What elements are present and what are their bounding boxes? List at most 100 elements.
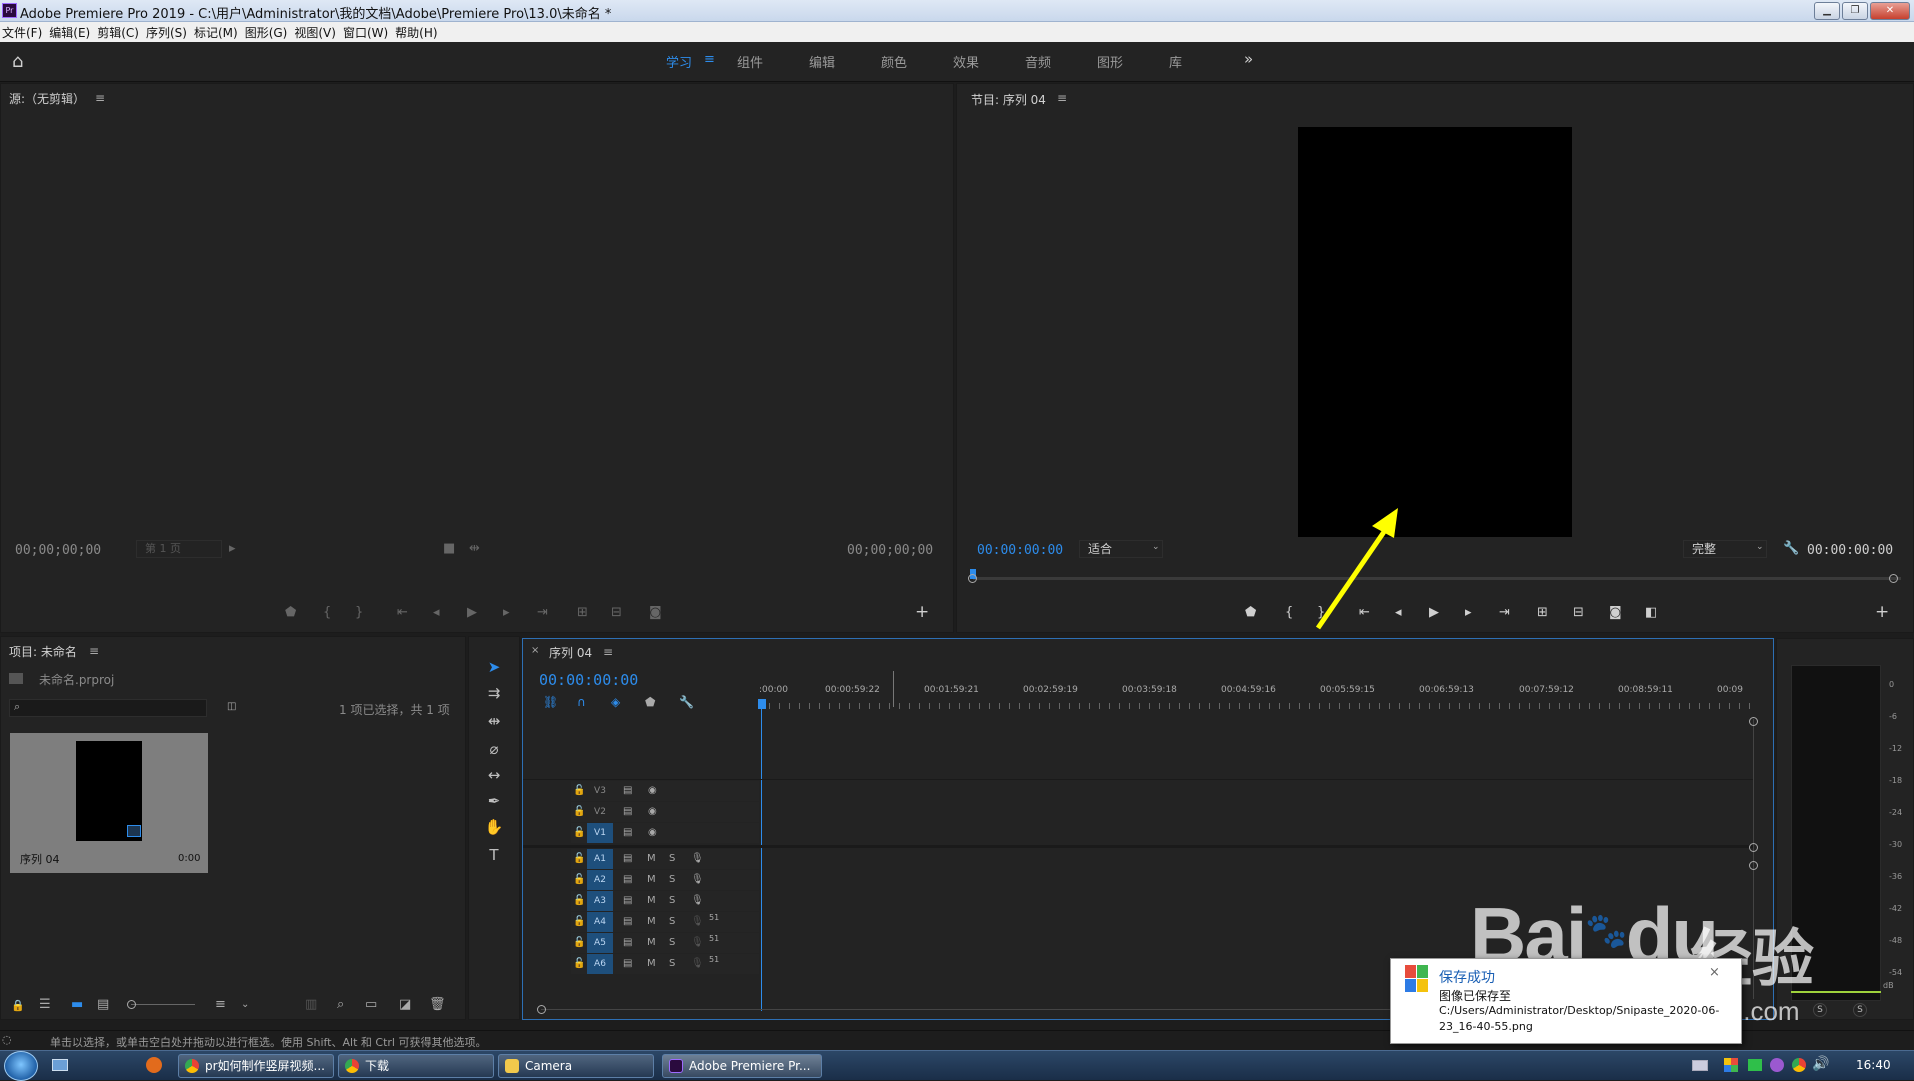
solo-button[interactable]: S: [669, 937, 675, 948]
hand-tool-icon[interactable]: ✋: [484, 818, 504, 836]
mark-in-icon[interactable]: {: [1285, 605, 1293, 620]
menu-file[interactable]: 文件(F): [0, 22, 49, 41]
lock-track-icon[interactable]: 🔓: [573, 895, 585, 906]
mark-in-icon[interactable]: {: [323, 605, 331, 620]
tray-app-icon[interactable]: [1770, 1058, 1784, 1072]
track-target-a5[interactable]: A5: [587, 933, 613, 953]
mute-button[interactable]: M: [647, 937, 656, 948]
sync-lock-icon[interactable]: ▤: [623, 937, 632, 948]
sync-lock-icon[interactable]: ▤: [623, 958, 632, 969]
playback-quality-select[interactable]: 完整: [1683, 540, 1767, 558]
workspace-graphics[interactable]: 图形: [1097, 52, 1123, 71]
sync-lock-icon[interactable]: ▤: [623, 874, 632, 885]
microphone-icon[interactable]: 🎙: [691, 937, 704, 948]
taskbar-camera-window[interactable]: Camera: [498, 1054, 654, 1078]
workspace-libraries[interactable]: 库: [1169, 52, 1182, 71]
mute-button[interactable]: M: [647, 916, 656, 927]
slip-tool-icon[interactable]: ↔: [484, 766, 504, 784]
workspace-assembly[interactable]: 组件: [737, 52, 763, 71]
menu-window[interactable]: 窗口(W): [343, 22, 395, 41]
scroll-handle-top[interactable]: [1749, 717, 1758, 726]
linked-selection-icon[interactable]: ◈: [611, 695, 620, 709]
microphone-icon[interactable]: 🎙: [691, 916, 704, 927]
panel-menu-icon[interactable]: ≡: [95, 91, 105, 105]
project-search-input[interactable]: [9, 699, 207, 717]
mute-button[interactable]: M: [647, 958, 656, 969]
time-ruler[interactable]: :00:00 00:00:59:22 00:01:59:21 00:02:59:…: [759, 685, 1759, 711]
close-tab-icon[interactable]: ×: [531, 645, 539, 656]
show-desktop-icon[interactable]: [52, 1059, 68, 1071]
wrench-settings-icon[interactable]: 🔧: [1783, 541, 1799, 556]
track-target-v3[interactable]: V3: [587, 781, 613, 801]
pen-tool-icon[interactable]: ✒: [484, 792, 504, 810]
microphone-icon[interactable]: 🎙: [691, 853, 704, 864]
new-bin-icon[interactable]: ▭: [365, 997, 377, 1012]
lock-icon[interactable]: 🔒: [11, 999, 25, 1012]
home-icon[interactable]: ⌂: [12, 51, 23, 72]
go-to-in-icon[interactable]: ⇤: [397, 605, 408, 620]
panel-menu-icon[interactable]: ≡: [603, 645, 613, 659]
lock-track-icon[interactable]: 🔓: [573, 806, 585, 817]
menu-edit[interactable]: 编辑(E): [49, 22, 97, 41]
zoom-slider-handle[interactable]: [127, 1000, 136, 1009]
menu-markers[interactable]: 标记(M): [194, 22, 245, 41]
track-target-a4[interactable]: A4: [587, 912, 613, 932]
menu-help[interactable]: 帮助(H): [395, 22, 444, 41]
workspace-learn[interactable]: 学习: [666, 52, 692, 71]
taskbar-premiere-window[interactable]: Adobe Premiere Pr...: [662, 1054, 822, 1078]
tray-network-icon[interactable]: [1748, 1059, 1762, 1071]
program-timecode-playhead[interactable]: 00:00:00:00: [977, 543, 1063, 558]
sequence-thumbnail[interactable]: 序列 04 0:00: [10, 733, 208, 873]
menu-clip[interactable]: 剪辑(C): [97, 22, 146, 41]
new-bin-from-search-icon[interactable]: ◫: [227, 701, 236, 712]
trash-icon[interactable]: 🗑: [429, 997, 446, 1012]
export-frame-icon[interactable]: ◙: [649, 605, 662, 620]
mark-out-icon[interactable]: }: [355, 605, 363, 620]
sync-lock-icon[interactable]: ▤: [623, 895, 632, 906]
tray-chrome-icon[interactable]: [1792, 1058, 1806, 1072]
solo-button[interactable]: S: [669, 874, 675, 885]
sync-lock-icon[interactable]: ▤: [623, 827, 632, 838]
sync-lock-icon[interactable]: ▤: [623, 916, 632, 927]
track-target-a1[interactable]: A1: [587, 849, 613, 869]
icon-view-icon[interactable]: ▬: [71, 997, 83, 1012]
nest-toggle-icon[interactable]: ⛓: [543, 695, 558, 709]
taskbar-downloads-window[interactable]: 下载: [338, 1054, 494, 1078]
program-scrub-bar[interactable]: [973, 577, 1901, 580]
track-target-v2[interactable]: V2: [587, 802, 613, 822]
sort-icon[interactable]: ≡: [215, 997, 226, 1012]
firefox-icon[interactable]: [146, 1057, 162, 1073]
microphone-icon[interactable]: 🎙: [691, 958, 704, 969]
menu-graphics[interactable]: 图形(G): [245, 22, 295, 41]
type-tool-icon[interactable]: T: [484, 846, 504, 864]
solo-button[interactable]: S: [669, 916, 675, 927]
step-forward-icon[interactable]: ▸: [503, 605, 510, 620]
add-marker-icon[interactable]: ⬟: [285, 605, 296, 620]
menu-view[interactable]: 视图(V): [294, 22, 343, 41]
more-workspaces-button[interactable]: »: [1244, 50, 1253, 68]
list-view-icon[interactable]: ☰: [39, 997, 51, 1012]
source-timecode-left[interactable]: 00;00;00;00: [15, 543, 101, 558]
workspace-audio[interactable]: 音频: [1025, 52, 1051, 71]
panel-menu-icon[interactable]: ≡: [1057, 91, 1067, 105]
eye-icon[interactable]: ◉: [648, 806, 657, 817]
lock-track-icon[interactable]: 🔓: [573, 958, 585, 969]
lock-track-icon[interactable]: 🔓: [573, 874, 585, 885]
start-button[interactable]: [4, 1051, 38, 1081]
overwrite-icon[interactable]: ⊟: [611, 605, 622, 620]
workspace-effects[interactable]: 效果: [953, 52, 979, 71]
close-window-button[interactable]: ✕: [1870, 2, 1910, 20]
close-notification-icon[interactable]: ×: [1709, 965, 1720, 980]
new-item-icon[interactable]: ◪: [399, 997, 411, 1012]
solo-left-button[interactable]: S: [1813, 1003, 1827, 1017]
menu-sequence[interactable]: 序列(S): [146, 22, 194, 41]
taskbar-chrome-window[interactable]: pr如何制作竖屏视频...: [178, 1054, 334, 1078]
go-to-out-icon[interactable]: ⇥: [1499, 605, 1510, 620]
scroll-handle-right[interactable]: [1889, 574, 1898, 583]
wrench-settings-icon[interactable]: 🔧: [679, 695, 694, 709]
panel-menu-icon[interactable]: ≡: [89, 644, 99, 658]
drag-video-icon[interactable]: ⇹: [469, 541, 480, 556]
timeline-tab-title[interactable]: 序列 04: [549, 644, 592, 661]
scroll-handle-left[interactable]: [537, 1005, 546, 1014]
next-page-icon[interactable]: ▸: [229, 541, 236, 556]
